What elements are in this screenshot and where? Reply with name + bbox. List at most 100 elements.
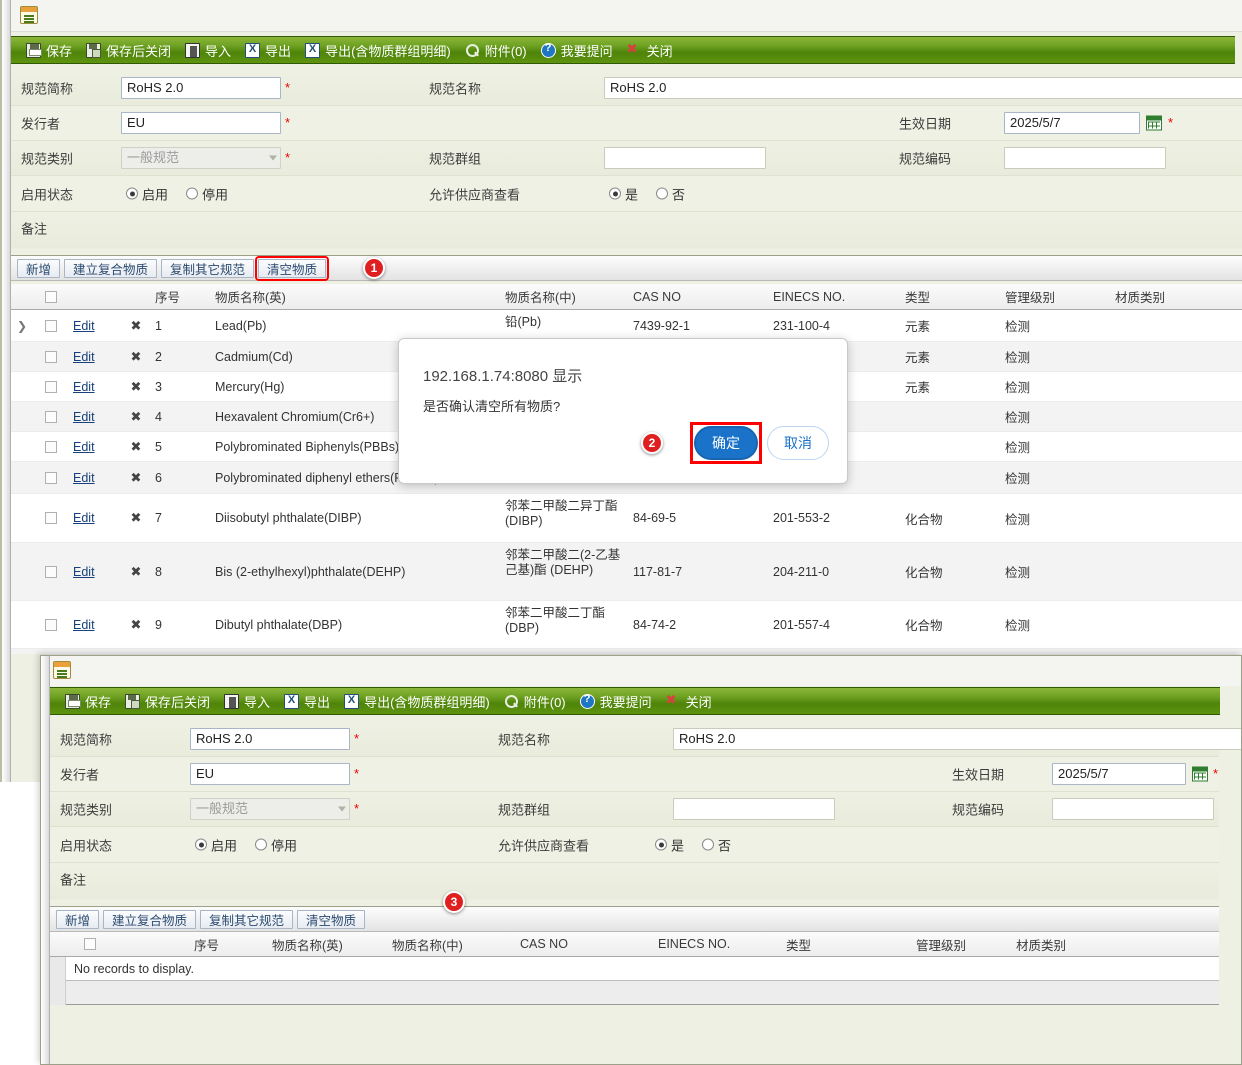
row-edit-link[interactable]: Edit <box>69 601 121 648</box>
spec-type-select[interactable]: 一般规范 <box>121 147 281 169</box>
row-expand-toggle[interactable] <box>11 372 33 401</box>
row-expand-toggle[interactable] <box>11 494 33 542</box>
select-all-checkbox-2[interactable] <box>84 938 96 950</box>
row-delete-button[interactable]: ✖ <box>121 649 151 654</box>
grid-button-copy-other-spec[interactable]: 复制其它规范 <box>161 258 255 278</box>
row-expand-toggle[interactable] <box>11 402 33 431</box>
status-radio-group-2[interactable]: 启用 停用 <box>195 835 297 854</box>
delete-x-icon[interactable]: ✖ <box>131 617 142 633</box>
toolbar-ask-question[interactable]: 我要提问 <box>534 37 620 63</box>
row-edit-link[interactable]: Edit <box>69 402 121 431</box>
radio-disable[interactable] <box>186 187 199 200</box>
toolbar-close[interactable]: 关闭 <box>620 37 680 63</box>
toolbar-save[interactable]: 保存 <box>19 37 79 63</box>
row-expand-toggle[interactable] <box>11 432 33 461</box>
issuer-input[interactable]: EU <box>121 112 281 134</box>
grid-button-create-composite[interactable]: 建立复合物质 <box>64 258 158 278</box>
toolbar2-save-and-close[interactable]: 保存后关闭 <box>118 688 217 714</box>
toolbar-attachment[interactable]: 附件(0) <box>458 37 534 63</box>
header-name-cn[interactable]: 物质名称(中) <box>501 284 629 311</box>
header-type[interactable]: 类型 <box>901 284 1001 311</box>
header-einecs[interactable]: EINECS NO. <box>769 285 901 309</box>
radio-supplier-no-2[interactable] <box>702 838 715 851</box>
header-name-en[interactable]: 物质名称(英) <box>211 284 501 311</box>
effective-date-input[interactable]: 2025/5/7 <box>1004 112 1140 134</box>
toolbar2-import[interactable]: 导入 <box>217 688 277 714</box>
row-checkbox-cell[interactable] <box>33 543 69 600</box>
header-cas[interactable]: CAS NO <box>629 285 769 309</box>
row-edit-link[interactable]: Edit <box>69 310 121 341</box>
row-expand-toggle[interactable] <box>11 462 33 493</box>
row-delete-button[interactable]: ✖ <box>121 601 151 648</box>
toolbar-export-detail[interactable]: 导出(含物质群组明细) <box>298 37 458 63</box>
delete-x-icon[interactable]: ✖ <box>131 470 142 486</box>
row-checkbox-cell[interactable] <box>33 372 69 401</box>
row-checkbox-cell[interactable] <box>33 494 69 542</box>
toolbar2-save[interactable]: 保存 <box>58 688 118 714</box>
edit-link[interactable]: Edit <box>73 471 95 485</box>
grid2-button-copy-other-spec[interactable]: 复制其它规范 <box>200 909 294 929</box>
row-checkbox[interactable] <box>45 319 57 332</box>
grid-button-clear-substances[interactable]: 清空物质 <box>255 255 330 281</box>
select-all-checkbox[interactable] <box>45 290 57 303</box>
row-checkbox[interactable] <box>45 565 57 578</box>
row-checkbox[interactable] <box>45 512 57 524</box>
toolbar2-export[interactable]: 导出 <box>277 688 337 714</box>
delete-x-icon[interactable]: ✖ <box>131 379 142 395</box>
header2-material[interactable]: 材质类别 <box>1012 930 1132 959</box>
row-checkbox-cell[interactable] <box>33 342 69 371</box>
supplier-view-radio-group-2[interactable]: 是 否 <box>655 835 731 854</box>
row-expand-toggle[interactable]: ❯ <box>11 310 33 341</box>
row-expand-toggle[interactable] <box>11 342 33 371</box>
grid-button-add[interactable]: 新增 <box>17 258 61 278</box>
header-seq[interactable]: 序号 <box>151 284 211 311</box>
row-delete-button[interactable]: ✖ <box>121 462 151 493</box>
table-row[interactable]: Edit✖10Benzyl butyl phthalate(BBP)邻苯二甲酸丁… <box>11 649 1242 654</box>
effective-date-input-2[interactable]: 2025/5/7 <box>1052 763 1186 785</box>
header2-name-en[interactable]: 物质名称(英) <box>268 930 388 959</box>
row-delete-button[interactable]: ✖ <box>121 310 151 341</box>
row-edit-link[interactable]: Edit <box>69 342 121 371</box>
grid2-button-add[interactable]: 新增 <box>56 909 100 929</box>
spec-group-input-2[interactable] <box>673 798 835 820</box>
toolbar2-export-detail[interactable]: 导出(含物质群组明细) <box>337 688 497 714</box>
toolbar2-close[interactable]: 关闭 <box>659 688 719 714</box>
spec-name-input[interactable]: RoHS 2.0 <box>604 77 1242 99</box>
header2-cas[interactable]: CAS NO <box>516 932 654 956</box>
grid2-button-clear-substances[interactable]: 清空物质 <box>297 909 366 929</box>
header2-type[interactable]: 类型 <box>782 930 912 959</box>
row-delete-button[interactable]: ✖ <box>121 543 151 600</box>
row-checkbox-cell[interactable] <box>33 402 69 431</box>
header-level[interactable]: 管理级别 <box>1001 284 1111 311</box>
row-checkbox-cell[interactable] <box>33 462 69 493</box>
issuer-input-2[interactable]: EU <box>190 763 350 785</box>
row-checkbox[interactable] <box>45 471 57 484</box>
row-expand-toggle[interactable] <box>11 649 33 654</box>
edit-link[interactable]: Edit <box>73 410 95 424</box>
row-delete-button[interactable]: ✖ <box>121 432 151 461</box>
header2-select-all[interactable] <box>72 933 108 955</box>
radio-disable-2[interactable] <box>255 838 268 851</box>
calendar-icon-2[interactable] <box>1192 766 1208 782</box>
radio-supplier-yes-2[interactable] <box>655 838 667 851</box>
header2-seq[interactable]: 序号 <box>190 930 268 959</box>
toolbar-save-and-close[interactable]: 保存后关闭 <box>79 37 178 63</box>
window2-left-scrollbar[interactable] <box>41 656 50 1064</box>
delete-x-icon[interactable]: ✖ <box>131 349 142 365</box>
edit-link[interactable]: Edit <box>73 565 95 579</box>
delete-x-icon[interactable]: ✖ <box>131 564 142 580</box>
delete-x-icon[interactable]: ✖ <box>131 318 142 334</box>
spec-code-input[interactable] <box>1004 147 1166 169</box>
spec-code-input-2[interactable] <box>1052 798 1214 820</box>
row-checkbox-cell[interactable] <box>33 649 69 654</box>
header-material[interactable]: 材质类别 <box>1111 284 1231 311</box>
row-checkbox-cell[interactable] <box>33 601 69 648</box>
dialog-cancel-button[interactable]: 取消 <box>767 426 829 460</box>
row-edit-link[interactable]: Edit <box>69 649 121 654</box>
window-left-scrollbar[interactable] <box>2 0 11 782</box>
header2-level[interactable]: 管理级别 <box>912 930 1012 959</box>
row-edit-link[interactable]: Edit <box>69 543 121 600</box>
row-checkbox-cell[interactable] <box>33 310 69 341</box>
edit-link[interactable]: Edit <box>73 319 95 333</box>
toolbar2-attachment[interactable]: 附件(0) <box>497 688 573 714</box>
